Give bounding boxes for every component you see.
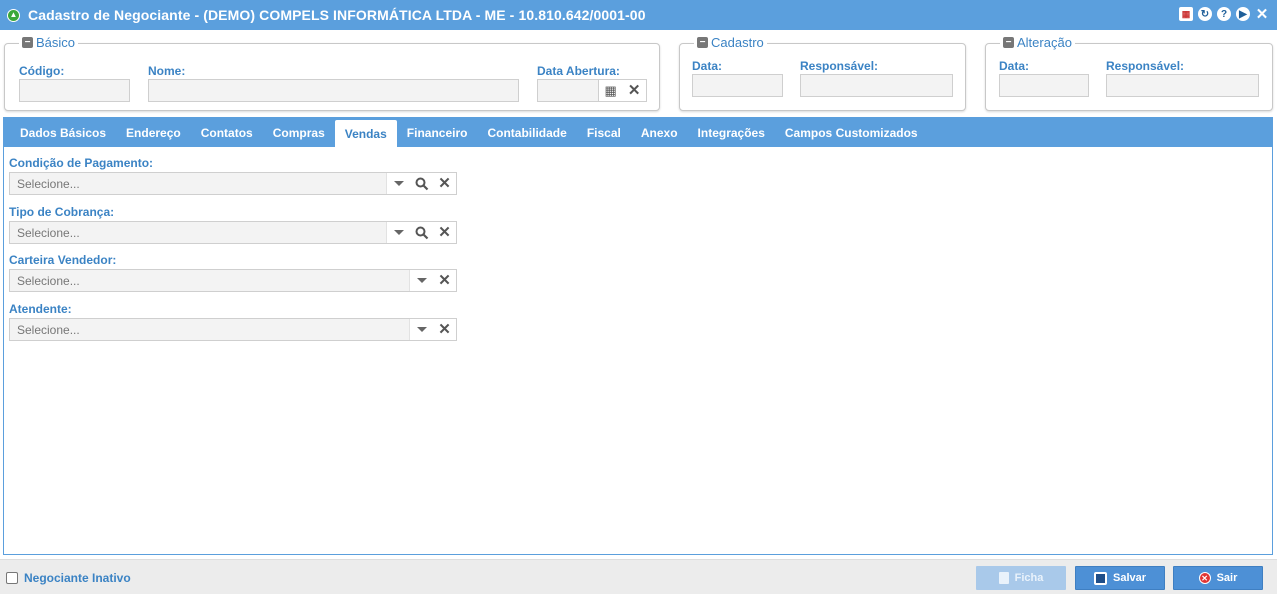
calendar-icon[interactable]: ▦ (1179, 7, 1193, 21)
tab-integracoes[interactable]: Integrações (688, 118, 775, 147)
clipboard-icon (998, 572, 1009, 584)
nome-label: Nome: (148, 64, 186, 78)
salvar-button-label: Salvar (1112, 572, 1147, 584)
window-titlebar: ▲ Cadastro de Negociante - (DEMO) COMPEL… (0, 0, 1277, 30)
sair-button[interactable]: ✕ Sair (1173, 566, 1263, 590)
tipo-cobranca-label: Tipo de Cobrança: (9, 205, 115, 219)
salvar-button[interactable]: Salvar (1075, 566, 1165, 590)
vendas-tab-content: Condição de Pagamento: Selecione... ✕ Ti… (4, 147, 1272, 554)
ficha-button[interactable]: Ficha (976, 566, 1066, 590)
cadastro-panel: − Cadastro Data: Responsável: (679, 35, 966, 111)
cadastro-responsavel-label: Responsável: (800, 59, 879, 73)
tab-campos-customizados[interactable]: Campos Customizados (775, 118, 928, 147)
clear-icon[interactable]: ✕ (628, 83, 641, 98)
window-actions: ▦ ↻ ? ▶ ✕ (1179, 6, 1269, 23)
nome-input[interactable] (148, 79, 519, 102)
calendar-icon[interactable]: ▦ (605, 83, 617, 99)
exit-icon: ✕ (1198, 572, 1211, 584)
alteracao-legend-text: Alteração (1017, 35, 1072, 50)
carteira-vendedor-placeholder: Selecione... (17, 273, 80, 288)
cadastro-responsavel-field (800, 74, 953, 97)
refresh-icon[interactable]: ↻ (1198, 7, 1212, 21)
condicao-pagamento-label: Condição de Pagamento: (9, 156, 154, 170)
chevron-down-icon[interactable] (387, 222, 410, 243)
close-icon[interactable]: ✕ (1255, 6, 1269, 23)
alteracao-data-field (999, 74, 1089, 97)
tab-compras[interactable]: Compras (263, 118, 335, 147)
tab-vendas[interactable]: Vendas (334, 120, 397, 147)
negociante-inativo-checkbox[interactable] (6, 572, 18, 584)
basico-legend[interactable]: − Básico (19, 35, 79, 50)
data-abertura-actions: ▦ ✕ (599, 79, 647, 102)
save-icon (1093, 571, 1107, 585)
tab-financeiro[interactable]: Financeiro (397, 118, 478, 147)
basico-panel: − Básico Código: Nome: Data Abertura: ▦ … (4, 35, 660, 111)
clear-icon[interactable]: ✕ (433, 270, 456, 291)
alteracao-responsavel-field (1106, 74, 1259, 97)
basico-legend-text: Básico (36, 35, 76, 50)
tipo-cobranca-placeholder: Selecione... (17, 225, 80, 240)
search-icon[interactable] (410, 222, 433, 243)
tab-contatos[interactable]: Contatos (191, 118, 263, 147)
tabs-container: Dados Básicos Endereço Contatos Compras … (3, 117, 1273, 555)
cadastro-legend-text: Cadastro (711, 35, 764, 50)
clear-icon[interactable]: ✕ (433, 222, 456, 243)
cadastro-data-field (692, 74, 783, 97)
alteracao-data-label: Data: (999, 59, 1030, 73)
clear-icon[interactable]: ✕ (433, 173, 456, 194)
tab-contabilidade[interactable]: Contabilidade (477, 118, 576, 147)
data-abertura-label: Data Abertura: (537, 64, 620, 78)
codigo-label: Código: (19, 64, 65, 78)
help-icon[interactable]: ? (1217, 7, 1231, 21)
carteira-vendedor-select[interactable]: Selecione... ✕ (9, 269, 457, 292)
window-title: Cadastro de Negociante - (DEMO) COMPELS … (28, 7, 646, 23)
data-abertura-input[interactable] (537, 79, 599, 102)
collapse-icon[interactable]: − (1003, 37, 1014, 48)
arrow-up-circle-icon: ▲ (7, 8, 20, 22)
alteracao-panel: − Alteração Data: Responsável: (985, 35, 1273, 111)
footer-bar: Negociante Inativo Ficha Salvar ✕ Sair (0, 559, 1277, 594)
atendente-placeholder: Selecione... (17, 322, 80, 337)
cadastro-legend[interactable]: − Cadastro (694, 35, 767, 50)
collapse-icon[interactable]: − (697, 37, 708, 48)
cadastro-data-label: Data: (692, 59, 723, 73)
codigo-input[interactable] (19, 79, 130, 102)
ficha-button-label: Ficha (1014, 572, 1044, 584)
chevron-down-icon[interactable] (387, 173, 410, 194)
tab-fiscal[interactable]: Fiscal (577, 118, 631, 147)
collapse-icon[interactable]: − (22, 37, 33, 48)
negociante-inativo-label[interactable]: Negociante Inativo (24, 571, 131, 585)
alteracao-responsavel-label: Responsável: (1106, 59, 1185, 73)
condicao-pagamento-placeholder: Selecione... (17, 176, 80, 191)
tab-anexo[interactable]: Anexo (631, 118, 688, 147)
tipo-cobranca-select[interactable]: Selecione... ✕ (9, 221, 457, 244)
atendente-label: Atendente: (9, 302, 72, 316)
condicao-pagamento-select[interactable]: Selecione... ✕ (9, 172, 457, 195)
alteracao-legend[interactable]: − Alteração (1000, 35, 1075, 50)
play-icon[interactable]: ▶ (1236, 7, 1250, 21)
tab-bar: Dados Básicos Endereço Contatos Compras … (4, 118, 1272, 147)
search-icon[interactable] (410, 173, 433, 194)
carteira-vendedor-label: Carteira Vendedor: (9, 253, 117, 267)
chevron-down-icon[interactable] (410, 270, 433, 291)
tab-endereco[interactable]: Endereço (116, 118, 191, 147)
clear-icon[interactable]: ✕ (433, 319, 456, 340)
sair-button-label: Sair (1216, 572, 1238, 584)
chevron-down-icon[interactable] (410, 319, 433, 340)
atendente-select[interactable]: Selecione... ✕ (9, 318, 457, 341)
tab-dados-basicos[interactable]: Dados Básicos (10, 118, 116, 147)
